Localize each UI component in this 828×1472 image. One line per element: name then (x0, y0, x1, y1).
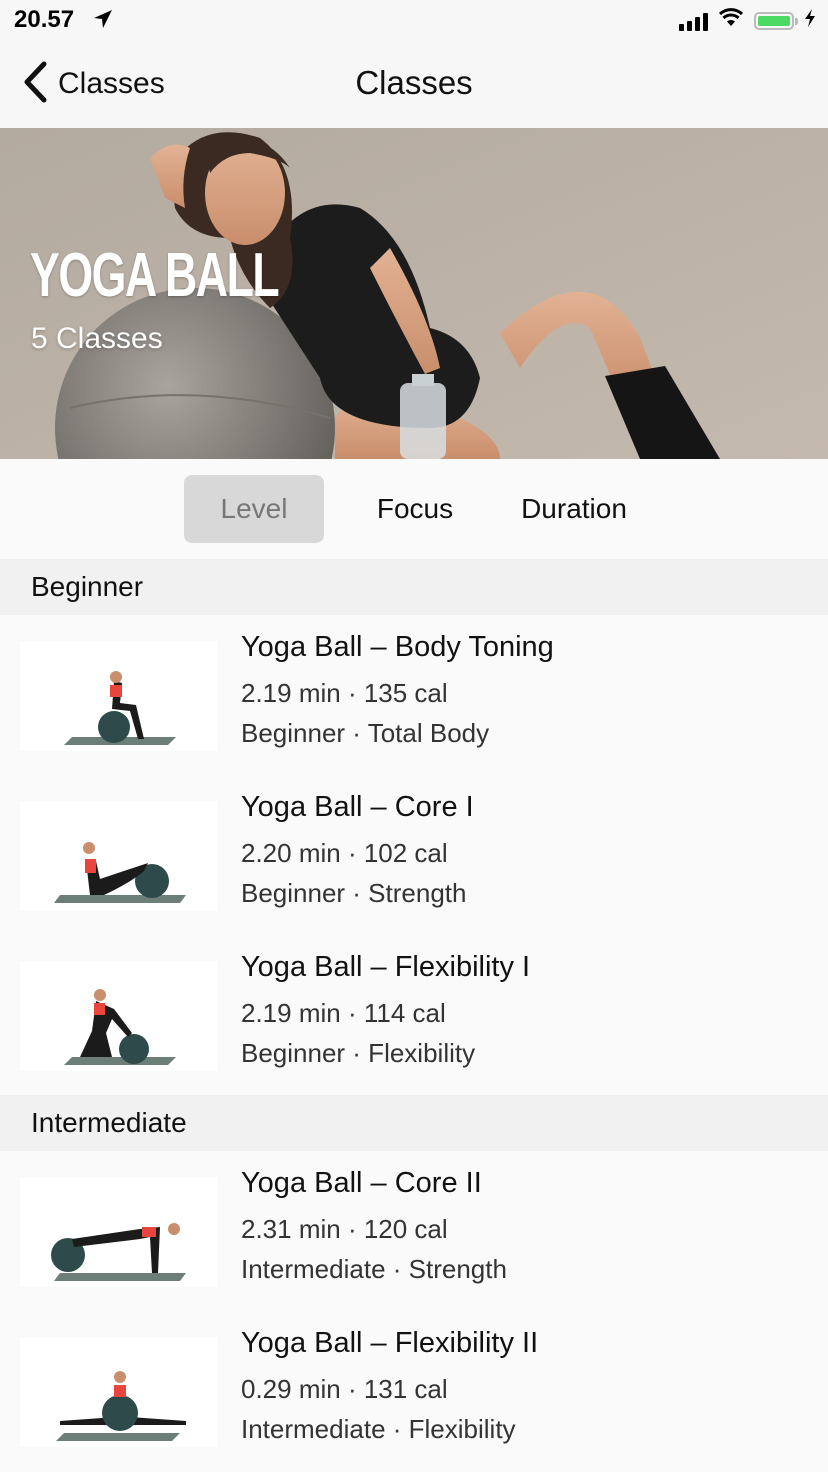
class-thumbnail (20, 801, 218, 911)
class-row-flexibility-ii[interactable]: Yoga Ball – Flexibility II 0.29 min · 13… (0, 1311, 828, 1471)
tab-level[interactable]: Level (184, 475, 324, 543)
section-header-beginner: Beginner (0, 559, 828, 615)
class-meta: 2.19 min · 135 cal (241, 678, 448, 708)
tab-duration[interactable]: Duration (504, 475, 644, 543)
class-thumbnail (20, 961, 218, 1071)
battery-icon (754, 11, 798, 30)
class-thumbnail (20, 641, 218, 751)
filter-segmented-control: Level Focus Duration (0, 459, 828, 559)
hero-title: YOGA BALL (30, 241, 280, 310)
class-thumbnail (20, 1337, 218, 1447)
class-tags: Beginner · Total Body (241, 718, 490, 748)
class-tags: Intermediate · Flexibility (241, 1414, 516, 1444)
class-meta: 2.19 min · 114 cal (241, 998, 446, 1028)
class-row-core-i[interactable]: Yoga Ball – Core I 2.20 min · 102 cal Be… (0, 775, 828, 935)
class-tags: Beginner · Strength (241, 878, 467, 908)
class-row-flexibility-i[interactable]: Yoga Ball – Flexibility I 2.19 min · 114… (0, 935, 828, 1095)
class-title: Yoga Ball – Flexibility II (241, 1327, 539, 1359)
class-thumbnail (20, 1177, 218, 1287)
page-title: Classes (355, 64, 473, 101)
section-header-intermediate: Intermediate (0, 1095, 828, 1151)
tab-focus[interactable]: Focus (354, 475, 476, 543)
class-title: Yoga Ball – Body Toning (241, 631, 554, 663)
hero-banner: YOGA BALL 5 Classes (0, 128, 828, 459)
location-arrow-icon (92, 8, 114, 35)
class-row-core-ii[interactable]: Yoga Ball – Core II 2.31 min · 120 cal I… (0, 1151, 828, 1311)
signal-icon (679, 11, 708, 31)
class-meta: 0.29 min · 131 cal (241, 1374, 448, 1404)
class-meta: 2.20 min · 102 cal (241, 838, 448, 868)
class-title: Yoga Ball – Core II (241, 1167, 482, 1199)
class-row-body-toning[interactable]: Yoga Ball – Body Toning 2.19 min · 135 c… (0, 615, 828, 775)
class-tags: Intermediate · Strength (241, 1254, 507, 1284)
class-meta: 2.31 min · 120 cal (241, 1214, 448, 1244)
wifi-icon (718, 8, 744, 33)
class-title: Yoga Ball – Core I (241, 791, 474, 823)
class-title: Yoga Ball – Flexibility I (241, 951, 531, 983)
hero-subtitle: 5 Classes (31, 322, 163, 355)
navigation-bar: Classes Classes (0, 40, 828, 128)
class-tags: Beginner · Flexibility (241, 1038, 476, 1068)
status-time: 20.57 (14, 6, 75, 33)
charging-icon (804, 8, 816, 33)
status-bar: 20.57 (0, 0, 828, 40)
